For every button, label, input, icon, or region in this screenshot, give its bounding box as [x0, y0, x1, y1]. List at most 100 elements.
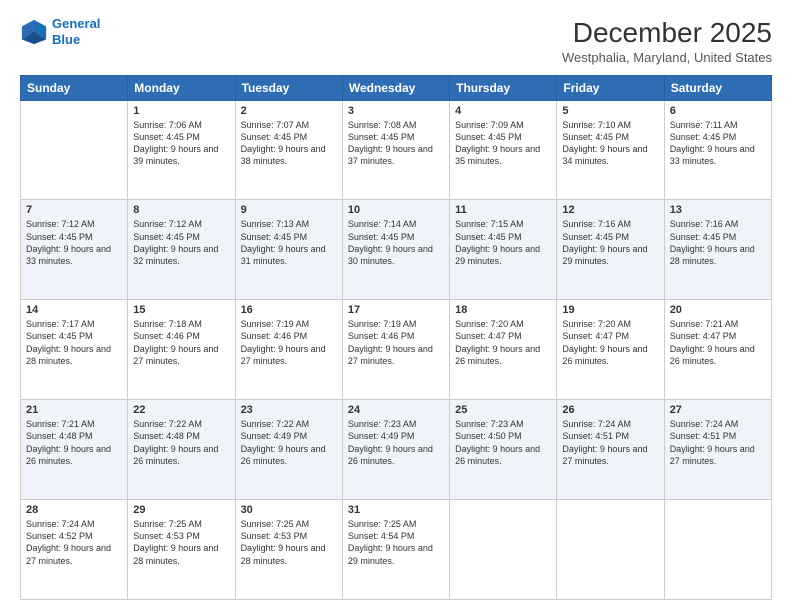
calendar-cell: 6Sunrise: 7:11 AMSunset: 4:45 PMDaylight…	[664, 100, 771, 200]
col-header-monday: Monday	[128, 75, 235, 100]
subtitle: Westphalia, Maryland, United States	[562, 50, 772, 65]
calendar-cell: 17 Sunrise: 7:19 AMSunset: 4:46 PMDayligh…	[342, 300, 449, 400]
cell-info: Sunrise: 7:19 AMSunset: 4:46 PMDaylight:…	[241, 318, 337, 367]
cell-info: Sunrise: 7:19 AMSunset: 4:46 PMDaylight:…	[348, 318, 444, 367]
calendar-cell: 31Sunrise: 7:25 AMSunset: 4:54 PMDayligh…	[342, 500, 449, 600]
calendar-cell: 30 Sunrise: 7:25 AMSunset: 4:53 PMDayligh…	[235, 500, 342, 600]
calendar-cell: 7 Sunrise: 7:12 AMSunset: 4:45 PMDaylight…	[21, 200, 128, 300]
cell-info: Sunrise: 7:17 AMSunset: 4:45 PMDaylight:…	[26, 318, 122, 367]
cell-info: Sunrise: 7:08 AMSunset: 4:45 PMDaylight:…	[348, 119, 444, 168]
cell-info: Sunrise: 7:22 AMSunset: 4:49 PMDaylight:…	[241, 418, 337, 467]
day-number: 18	[455, 304, 551, 316]
calendar-cell	[557, 500, 664, 600]
day-number: 21	[26, 404, 122, 416]
calendar-cell: 20 Sunrise: 7:21 AMSunset: 4:47 PMDayligh…	[664, 300, 771, 400]
day-number: 17	[348, 304, 444, 316]
cell-info: Sunrise: 7:25 AMSunset: 4:54 PMDaylight:…	[348, 518, 444, 567]
calendar-cell: 12 Sunrise: 7:16 AMSunset: 4:45 PMDayligh…	[557, 200, 664, 300]
calendar-cell	[664, 500, 771, 600]
day-number: 13	[670, 204, 766, 216]
cell-info: Sunrise: 7:13 AMSunset: 4:45 PMDaylight:…	[241, 218, 337, 267]
cell-info: Sunrise: 7:16 AMSunset: 4:45 PMDaylight:…	[562, 218, 658, 267]
calendar-cell: 21 Sunrise: 7:21 AMSunset: 4:48 PMDayligh…	[21, 400, 128, 500]
calendar-cell	[21, 100, 128, 200]
day-number: 16	[241, 304, 337, 316]
day-number: 9	[241, 204, 337, 216]
day-number: 24	[348, 404, 444, 416]
day-number: 23	[241, 404, 337, 416]
calendar-cell: 14 Sunrise: 7:17 AMSunset: 4:45 PMDayligh…	[21, 300, 128, 400]
cell-info: Sunrise: 7:23 AMSunset: 4:49 PMDaylight:…	[348, 418, 444, 467]
cell-info: Sunrise: 7:10 AMSunset: 4:45 PMDaylight:…	[562, 119, 658, 168]
day-number: 29	[133, 504, 229, 516]
col-header-thursday: Thursday	[450, 75, 557, 100]
calendar-cell: 2 Sunrise: 7:07 AMSunset: 4:45 PMDaylight…	[235, 100, 342, 200]
cell-info: Sunrise: 7:24 AMSunset: 4:51 PMDaylight:…	[562, 418, 658, 467]
calendar-cell: 1 Sunrise: 7:06 AMSunset: 4:45 PMDaylight…	[128, 100, 235, 200]
calendar-cell: 26Sunrise: 7:24 AMSunset: 4:51 PMDayligh…	[557, 400, 664, 500]
day-number: 4	[455, 105, 551, 117]
calendar-cell: 28 Sunrise: 7:24 AMSunset: 4:52 PMDayligh…	[21, 500, 128, 600]
day-number: 28	[26, 504, 122, 516]
day-number: 25	[455, 404, 551, 416]
day-number: 7	[26, 204, 122, 216]
calendar-table: SundayMondayTuesdayWednesdayThursdayFrid…	[20, 75, 772, 600]
cell-info: Sunrise: 7:25 AMSunset: 4:53 PMDaylight:…	[133, 518, 229, 567]
calendar-cell: 5Sunrise: 7:10 AMSunset: 4:45 PMDaylight…	[557, 100, 664, 200]
cell-info: Sunrise: 7:24 AMSunset: 4:52 PMDaylight:…	[26, 518, 122, 567]
day-number: 14	[26, 304, 122, 316]
calendar-cell: 27Sunrise: 7:24 AMSunset: 4:51 PMDayligh…	[664, 400, 771, 500]
calendar-cell: 9 Sunrise: 7:13 AMSunset: 4:45 PMDaylight…	[235, 200, 342, 300]
cell-info: Sunrise: 7:21 AMSunset: 4:47 PMDaylight:…	[670, 318, 766, 367]
page: General Blue December 2025 Westphalia, M…	[0, 0, 792, 612]
day-number: 30	[241, 504, 337, 516]
day-number: 19	[562, 304, 658, 316]
calendar-cell: 11 Sunrise: 7:15 AMSunset: 4:45 PMDayligh…	[450, 200, 557, 300]
day-number: 1	[133, 105, 229, 117]
cell-info: Sunrise: 7:09 AMSunset: 4:45 PMDaylight:…	[455, 119, 551, 168]
day-number: 11	[455, 204, 551, 216]
calendar-cell: 22 Sunrise: 7:22 AMSunset: 4:48 PMDayligh…	[128, 400, 235, 500]
day-number: 2	[241, 105, 337, 117]
calendar-cell: 18Sunrise: 7:20 AMSunset: 4:47 PMDayligh…	[450, 300, 557, 400]
cell-info: Sunrise: 7:07 AMSunset: 4:45 PMDaylight:…	[241, 119, 337, 168]
calendar-cell: 24 Sunrise: 7:23 AMSunset: 4:49 PMDayligh…	[342, 400, 449, 500]
calendar-cell: 19 Sunrise: 7:20 AMSunset: 4:47 PMDayligh…	[557, 300, 664, 400]
cell-info: Sunrise: 7:12 AMSunset: 4:45 PMDaylight:…	[133, 218, 229, 267]
cell-info: Sunrise: 7:20 AMSunset: 4:47 PMDaylight:…	[562, 318, 658, 367]
calendar-cell: 29 Sunrise: 7:25 AMSunset: 4:53 PMDayligh…	[128, 500, 235, 600]
cell-info: Sunrise: 7:12 AMSunset: 4:45 PMDaylight:…	[26, 218, 122, 267]
calendar-cell: 15 Sunrise: 7:18 AMSunset: 4:46 PMDayligh…	[128, 300, 235, 400]
calendar-cell: 3 Sunrise: 7:08 AMSunset: 4:45 PMDaylight…	[342, 100, 449, 200]
day-number: 3	[348, 105, 444, 117]
cell-info: Sunrise: 7:21 AMSunset: 4:48 PMDaylight:…	[26, 418, 122, 467]
cell-info: Sunrise: 7:23 AMSunset: 4:50 PMDaylight:…	[455, 418, 551, 467]
cell-info: Sunrise: 7:18 AMSunset: 4:46 PMDaylight:…	[133, 318, 229, 367]
logo-icon	[20, 18, 48, 46]
calendar-cell	[450, 500, 557, 600]
cell-info: Sunrise: 7:15 AMSunset: 4:45 PMDaylight:…	[455, 218, 551, 267]
col-header-sunday: Sunday	[21, 75, 128, 100]
cell-info: Sunrise: 7:16 AMSunset: 4:45 PMDaylight:…	[670, 218, 766, 267]
day-number: 22	[133, 404, 229, 416]
cell-info: Sunrise: 7:22 AMSunset: 4:48 PMDaylight:…	[133, 418, 229, 467]
day-number: 8	[133, 204, 229, 216]
day-number: 20	[670, 304, 766, 316]
title-block: December 2025 Westphalia, Maryland, Unit…	[562, 16, 772, 65]
col-header-saturday: Saturday	[664, 75, 771, 100]
day-number: 12	[562, 204, 658, 216]
cell-info: Sunrise: 7:06 AMSunset: 4:45 PMDaylight:…	[133, 119, 229, 168]
calendar-cell: 23 Sunrise: 7:22 AMSunset: 4:49 PMDayligh…	[235, 400, 342, 500]
cell-info: Sunrise: 7:14 AMSunset: 4:45 PMDaylight:…	[348, 218, 444, 267]
col-header-wednesday: Wednesday	[342, 75, 449, 100]
cell-info: Sunrise: 7:24 AMSunset: 4:51 PMDaylight:…	[670, 418, 766, 467]
header: General Blue December 2025 Westphalia, M…	[20, 16, 772, 65]
calendar-cell: 16 Sunrise: 7:19 AMSunset: 4:46 PMDayligh…	[235, 300, 342, 400]
cell-info: Sunrise: 7:11 AMSunset: 4:45 PMDaylight:…	[670, 119, 766, 168]
cell-info: Sunrise: 7:25 AMSunset: 4:53 PMDaylight:…	[241, 518, 337, 567]
calendar-cell: 25 Sunrise: 7:23 AMSunset: 4:50 PMDayligh…	[450, 400, 557, 500]
logo: General Blue	[20, 16, 100, 47]
day-number: 10	[348, 204, 444, 216]
day-number: 15	[133, 304, 229, 316]
col-header-friday: Friday	[557, 75, 664, 100]
